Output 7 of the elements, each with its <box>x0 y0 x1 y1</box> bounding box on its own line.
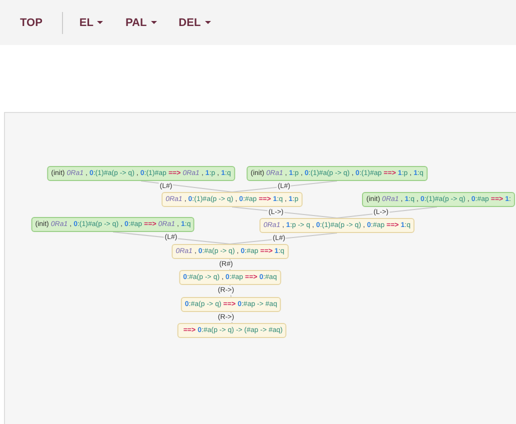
caret-icon <box>204 21 211 24</box>
menu-dropdown[interactable]: EL <box>71 12 112 32</box>
caret-icon <box>97 21 104 24</box>
caret-icon <box>150 21 157 24</box>
menu-dropdown[interactable]: PAL <box>117 12 165 32</box>
nav-link[interactable]: TOP <box>12 12 50 32</box>
menu-dropdown[interactable]: DEL <box>170 12 219 32</box>
